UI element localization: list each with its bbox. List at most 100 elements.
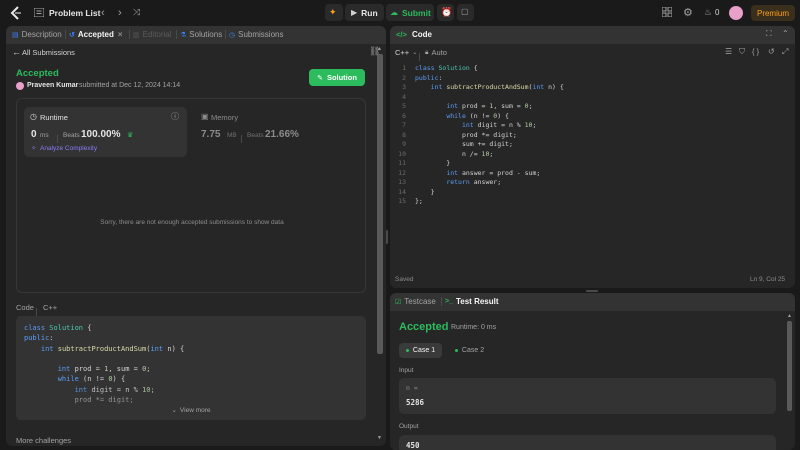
run-button[interactable]: ▶ Run (345, 4, 384, 21)
horizontal-resize-handle[interactable] (586, 290, 598, 292)
editor-code-line[interactable]: 13 return answer; (392, 178, 787, 188)
reset-icon[interactable]: ↺ (768, 47, 775, 56)
settings-gear-icon[interactable]: ⚙ (683, 6, 693, 19)
line-number: 5 (402, 102, 406, 110)
scroll-up-icon[interactable]: ▲ (377, 46, 382, 52)
back-arrow-icon[interactable]: ← (12, 47, 21, 57)
line-number: 15 (398, 197, 406, 205)
all-submissions-link[interactable]: All Submissions (22, 48, 75, 57)
cloud-upload-icon: ☁ (390, 8, 398, 17)
description-tab[interactable]: ▤ Description (12, 30, 62, 39)
shuffle-icon[interactable]: ⤨ (133, 7, 140, 18)
timer-button[interactable]: ⏰ (437, 4, 454, 21)
scrollbar-thumb[interactable] (377, 54, 383, 354)
editor-title: Code (412, 30, 432, 39)
editorial-tab[interactable]: ▥ Editorial (133, 30, 172, 39)
bookmark-icon[interactable]: ⛉ (739, 47, 745, 57)
chevron-left-icon[interactable]: ‹ (101, 7, 105, 19)
info-icon[interactable]: ⓘ (171, 111, 179, 122)
memory-unit: MB (227, 132, 237, 139)
editor-code-line[interactable]: 11 } (392, 159, 787, 169)
analyze-complexity-link[interactable]: Analyze Complexity (40, 145, 97, 152)
test-result-tab[interactable]: >_ Test Result (445, 297, 499, 306)
braces-icon[interactable]: { } (752, 47, 759, 56)
editor-code-line[interactable]: 8 prod *= digit; (392, 131, 787, 141)
line-number: 9 (402, 140, 406, 148)
editor-code-line[interactable]: 2 public: (392, 74, 787, 84)
maximize-icon[interactable]: ⛶ (766, 29, 772, 39)
editor-cursor-position: Ln 9, Col 25 (750, 276, 786, 283)
note-icon: ▢ (461, 7, 469, 16)
problem-list-link[interactable]: Problem List (49, 8, 100, 18)
line-number: 2 (402, 73, 406, 82)
editor-code-line[interactable]: 7 int digit = n % 10; (392, 121, 787, 131)
result-scrollbar[interactable]: ▲ (787, 313, 793, 448)
editor-code-line[interactable]: 3 int subtractProductAndSum(int n) { (392, 83, 787, 93)
input-variable: n = (406, 384, 418, 392)
streak-fire-icon[interactable]: ♨ (704, 7, 712, 18)
accepted-tab[interactable]: ↺ Accepted × (69, 30, 123, 39)
runtime-card[interactable]: ◷ Runtime ⓘ 0 ms Beats 100.00% ♛ ✧ Analy… (24, 107, 187, 157)
editor-code-line[interactable]: 6 while (n != 0) { (392, 112, 787, 122)
line-number: 8 (402, 130, 406, 139)
view-more-button[interactable]: ⌄ View more (16, 406, 366, 415)
leetcode-logo-icon[interactable] (9, 6, 23, 20)
editor-code-line[interactable]: 4 (392, 93, 787, 103)
scroll-down-icon[interactable]: ▼ (377, 435, 382, 441)
layout-grid-icon[interactable] (662, 7, 672, 17)
solution-button[interactable]: ✎ Solution (309, 69, 365, 86)
premium-button[interactable]: Premium (751, 5, 795, 21)
chevron-down-icon: ⌄ (412, 50, 418, 56)
case-2-dot (454, 349, 458, 352)
editor-code-line[interactable]: 10 n /= 10; (392, 150, 787, 160)
format-lines-icon[interactable]: ☰ (725, 47, 732, 56)
editor-saved-status: Saved (395, 276, 414, 283)
editor-code-area[interactable]: 1 class Solution {2 public: 3 int subtractP… (392, 64, 787, 224)
editor-code-line[interactable]: 5 int prod = 1, sum = 0; (392, 102, 787, 112)
collapse-chevron-icon[interactable]: ⌃ (782, 29, 789, 38)
problem-list-icon[interactable] (34, 8, 44, 17)
notes-button[interactable]: ▢ (457, 4, 474, 21)
input-box: n = 5286 (399, 378, 776, 414)
editor-code-line[interactable]: 9 sum += digit; (392, 140, 787, 150)
left-scrollbar[interactable]: ▲ ▼ (376, 46, 384, 444)
editor-code-line[interactable]: 15}; (392, 197, 787, 207)
memory-value: 7.75 (201, 129, 221, 140)
avatar[interactable] (729, 6, 743, 20)
alarm-icon: ⏰ (441, 7, 453, 17)
memory-card[interactable]: ▣ Memory 7.75 MB Beats 21.66% (197, 107, 357, 157)
chevron-right-icon[interactable]: › (118, 7, 122, 19)
result-status: Accepted (399, 321, 449, 333)
auto-mode-toggle[interactable]: 🔒︎ Auto (425, 48, 447, 57)
memory-beats-value: 21.66% (265, 129, 299, 140)
editor-code-line[interactable]: 1 class Solution { (392, 64, 787, 74)
editor-code-line[interactable]: 12 int answer = prod - sum; (392, 169, 787, 179)
input-label: Input (399, 367, 414, 374)
debug-button[interactable]: ✦ (325, 4, 343, 21)
result-scroll-up-icon[interactable]: ▲ (787, 313, 792, 319)
close-tab-icon[interactable]: × (118, 30, 123, 39)
editor-code-line[interactable]: 14 } (392, 188, 787, 198)
streak-count: 0 (715, 8, 720, 17)
testcase-tab[interactable]: ☑ Testcase (395, 297, 436, 306)
user-name[interactable]: Praveen Kumar (27, 82, 78, 89)
edit-icon: ✎ (317, 74, 323, 82)
line-number: 12 (398, 168, 406, 177)
play-icon: ▶ (351, 8, 358, 17)
submit-button[interactable]: ☁ Submit (386, 4, 434, 21)
memory-beats-label: Beats (247, 132, 264, 139)
more-challenges-heading: More challenges (16, 436, 72, 445)
submissions-tab[interactable]: ◷ Submissions (229, 30, 283, 39)
language-select[interactable]: C++ ⌄ (395, 48, 417, 57)
memory-label: Memory (211, 113, 239, 122)
user-avatar[interactable] (16, 82, 24, 90)
submission-code-line: class Solution { (24, 324, 92, 332)
expand-icon[interactable]: ⤢ (782, 47, 788, 57)
checkbox-icon: ☑ (395, 298, 402, 306)
result-scrollbar-thumb[interactable] (787, 321, 792, 411)
memory-divider (241, 130, 242, 148)
case-1-tab[interactable]: Case 1 (399, 343, 442, 358)
vertical-resize-handle[interactable] (386, 230, 388, 244)
solutions-tab[interactable]: ⚗ Solutions (180, 30, 222, 39)
case-2-tab[interactable]: Case 2 (448, 343, 491, 358)
